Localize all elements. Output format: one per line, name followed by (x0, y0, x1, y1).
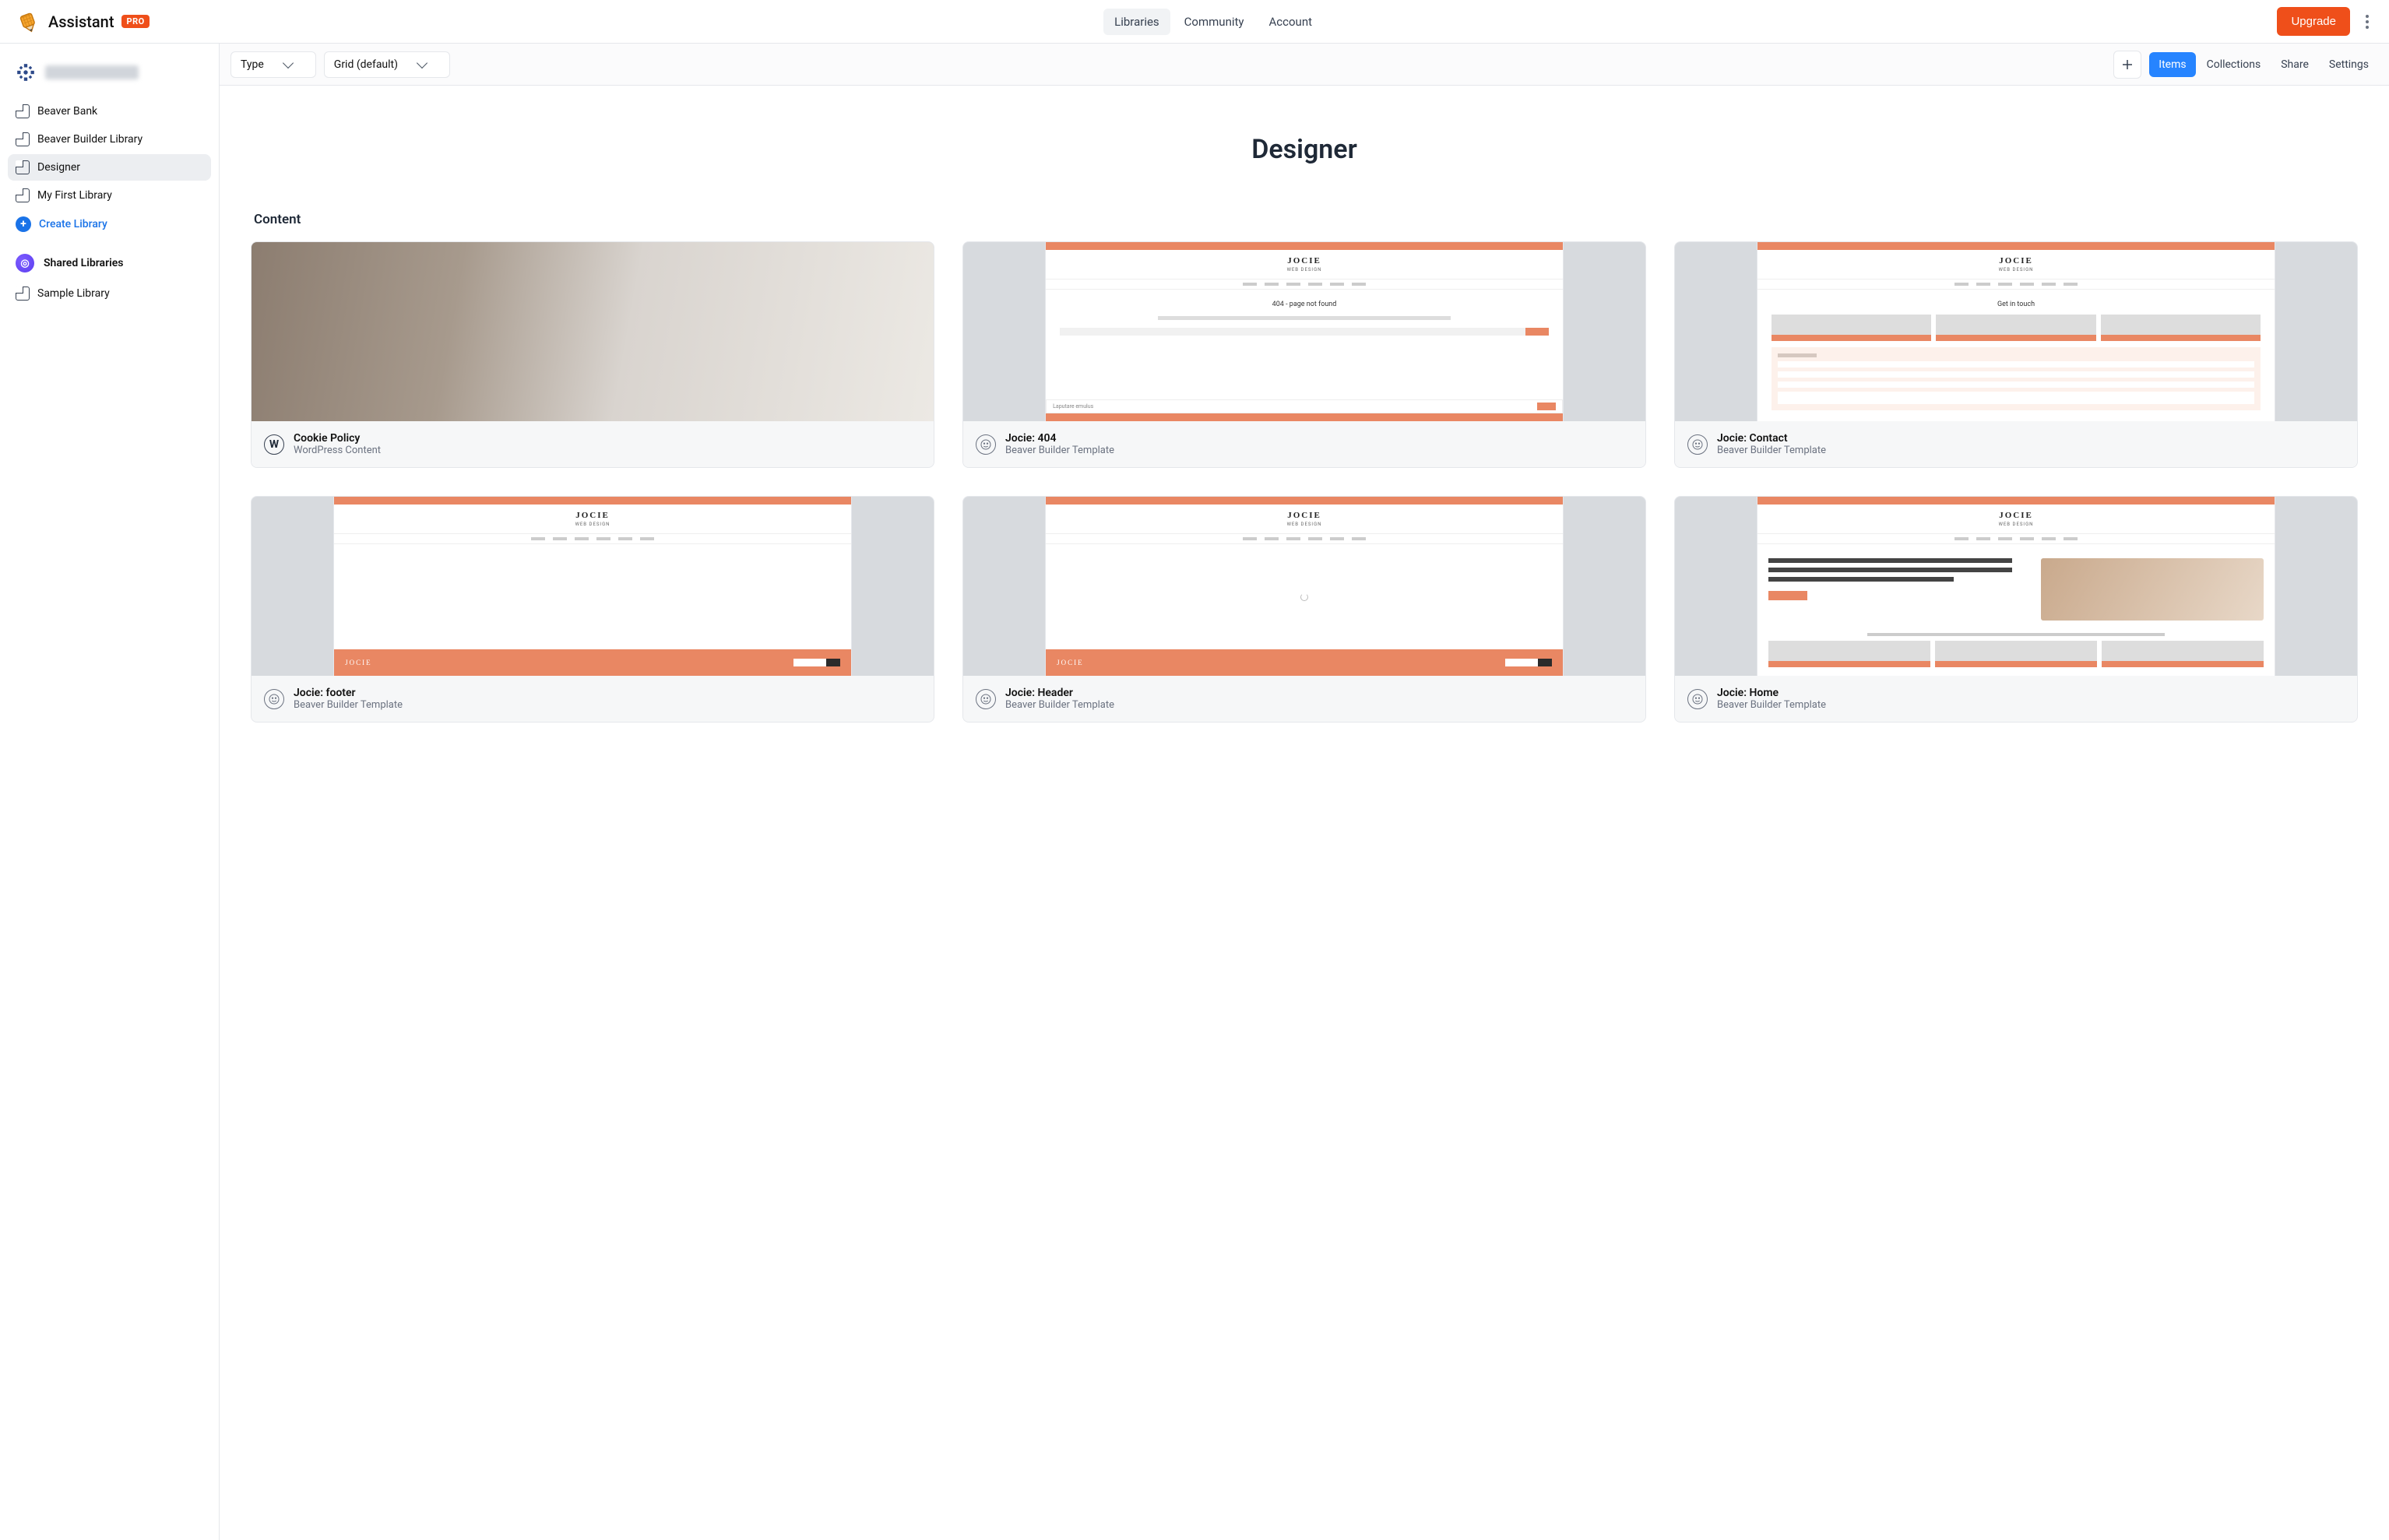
chevron-down-icon (417, 57, 427, 68)
beaver-builder-icon (976, 689, 996, 709)
card-thumbnail: JOCIE WEB DESIGN JOCIE (963, 497, 1645, 676)
sidebar-item-label: Sample Library (37, 287, 110, 300)
content-card[interactable]: W Cookie Policy WordPress Content (251, 241, 934, 468)
filter-view-select[interactable]: Grid (default) (324, 51, 450, 78)
library-icon (16, 160, 30, 174)
beaver-builder-icon (1687, 434, 1708, 455)
card-thumbnail: JOCIE WEB DESIGN Get in touch (1675, 242, 2357, 421)
beaver-builder-icon (264, 689, 284, 709)
sidebar-item-sample-library[interactable]: Sample Library (8, 280, 211, 307)
card-subtitle: Beaver Builder Template (1717, 445, 1826, 456)
library-icon (16, 132, 30, 146)
card-title: Jocie: footer (294, 687, 403, 699)
sidebar-item-label: Beaver Bank (37, 105, 97, 118)
library-icon (16, 104, 30, 118)
beaver-builder-icon (1687, 689, 1708, 709)
card-subtitle: Beaver Builder Template (1005, 699, 1114, 711)
content-card[interactable]: JOCIE WEB DESIGN 404 - page not found La… (962, 241, 1646, 468)
content-grid: W Cookie Policy WordPress Content (251, 241, 2358, 723)
more-menu-icon[interactable] (2361, 10, 2373, 33)
card-title: Jocie: Home (1717, 687, 1826, 699)
page-title: Designer (251, 134, 2358, 165)
app-logo-icon (16, 9, 40, 34)
card-thumbnail: JOCIE WEB DESIGN JOCIE (252, 497, 934, 676)
card-subtitle: Beaver Builder Template (1717, 699, 1826, 711)
app-header: Assistant PRO Libraries Community Accoun… (0, 0, 2389, 44)
sidebar-item-beaver-builder-library[interactable]: Beaver Builder Library (8, 126, 211, 153)
user-avatar-icon (14, 61, 37, 84)
tab-collections[interactable]: Collections (2197, 52, 2271, 77)
pro-badge: PRO (121, 15, 149, 28)
nav-account[interactable]: Account (1258, 9, 1324, 35)
library-toolbar: Type Grid (default) Items Collections Sh (220, 44, 2389, 86)
plus-icon (2120, 58, 2134, 72)
user-name (45, 65, 139, 79)
sidebar-shared-libraries-heading[interactable]: ◎ Shared Libraries (8, 238, 211, 280)
upgrade-button[interactable]: Upgrade (2277, 7, 2350, 36)
shared-icon: ◎ (16, 254, 34, 272)
sidebar-user[interactable] (8, 58, 211, 98)
content-card[interactable]: JOCIE WEB DESIGN JOCIE (251, 496, 934, 723)
card-title: Jocie: Header (1005, 687, 1114, 699)
filter-view-label: Grid (default) (334, 58, 398, 71)
add-item-button[interactable] (2113, 51, 2141, 79)
sidebar-item-label: Designer (37, 161, 80, 174)
card-thumbnail: JOCIE WEB DESIGN 404 - page not found La… (963, 242, 1645, 421)
shared-heading-label: Shared Libraries (44, 257, 124, 269)
filter-type-select[interactable]: Type (230, 51, 316, 78)
wordpress-icon: W (264, 434, 284, 455)
nav-community[interactable]: Community (1173, 9, 1255, 35)
tab-items[interactable]: Items (2149, 52, 2195, 77)
card-title: Jocie: 404 (1005, 432, 1114, 445)
filter-type-label: Type (241, 58, 264, 71)
sidebar: Beaver Bank Beaver Builder Library Desig… (0, 44, 220, 1540)
nav-libraries[interactable]: Libraries (1103, 9, 1170, 35)
sidebar-item-designer[interactable]: Designer (8, 154, 211, 181)
content-card[interactable]: JOCIE WEB DESIGN JOCIE (962, 496, 1646, 723)
card-title: Cookie Policy (294, 432, 381, 445)
library-icon (16, 287, 30, 301)
tab-settings[interactable]: Settings (2320, 52, 2378, 77)
plus-circle-icon: + (16, 216, 31, 232)
card-subtitle: WordPress Content (294, 445, 381, 456)
main-area: Type Grid (default) Items Collections Sh (220, 44, 2389, 1540)
sidebar-item-my-first-library[interactable]: My First Library (8, 182, 211, 209)
card-subtitle: Beaver Builder Template (294, 699, 403, 711)
library-icon (16, 188, 30, 202)
sidebar-item-label: Beaver Builder Library (37, 133, 142, 146)
card-thumbnail (252, 242, 934, 421)
chevron-down-icon (283, 57, 294, 68)
card-thumbnail: JOCIE WEB DESIGN (1675, 497, 2357, 676)
tab-share[interactable]: Share (2271, 52, 2318, 77)
content-card[interactable]: JOCIE WEB DESIGN Get in touch (1674, 241, 2358, 468)
app-name: Assistant (48, 12, 114, 31)
sidebar-item-label: Create Library (39, 218, 107, 230)
sidebar-item-label: My First Library (37, 189, 112, 202)
card-title: Jocie: Contact (1717, 432, 1826, 445)
beaver-builder-icon (976, 434, 996, 455)
section-title: Content (254, 212, 2358, 227)
card-subtitle: Beaver Builder Template (1005, 445, 1114, 456)
app-logo-group: Assistant PRO (16, 9, 150, 34)
content-card[interactable]: JOCIE WEB DESIGN (1674, 496, 2358, 723)
sidebar-item-beaver-bank[interactable]: Beaver Bank (8, 98, 211, 125)
sidebar-create-library[interactable]: + Create Library (8, 210, 211, 238)
top-nav: Libraries Community Account (1103, 9, 1323, 35)
